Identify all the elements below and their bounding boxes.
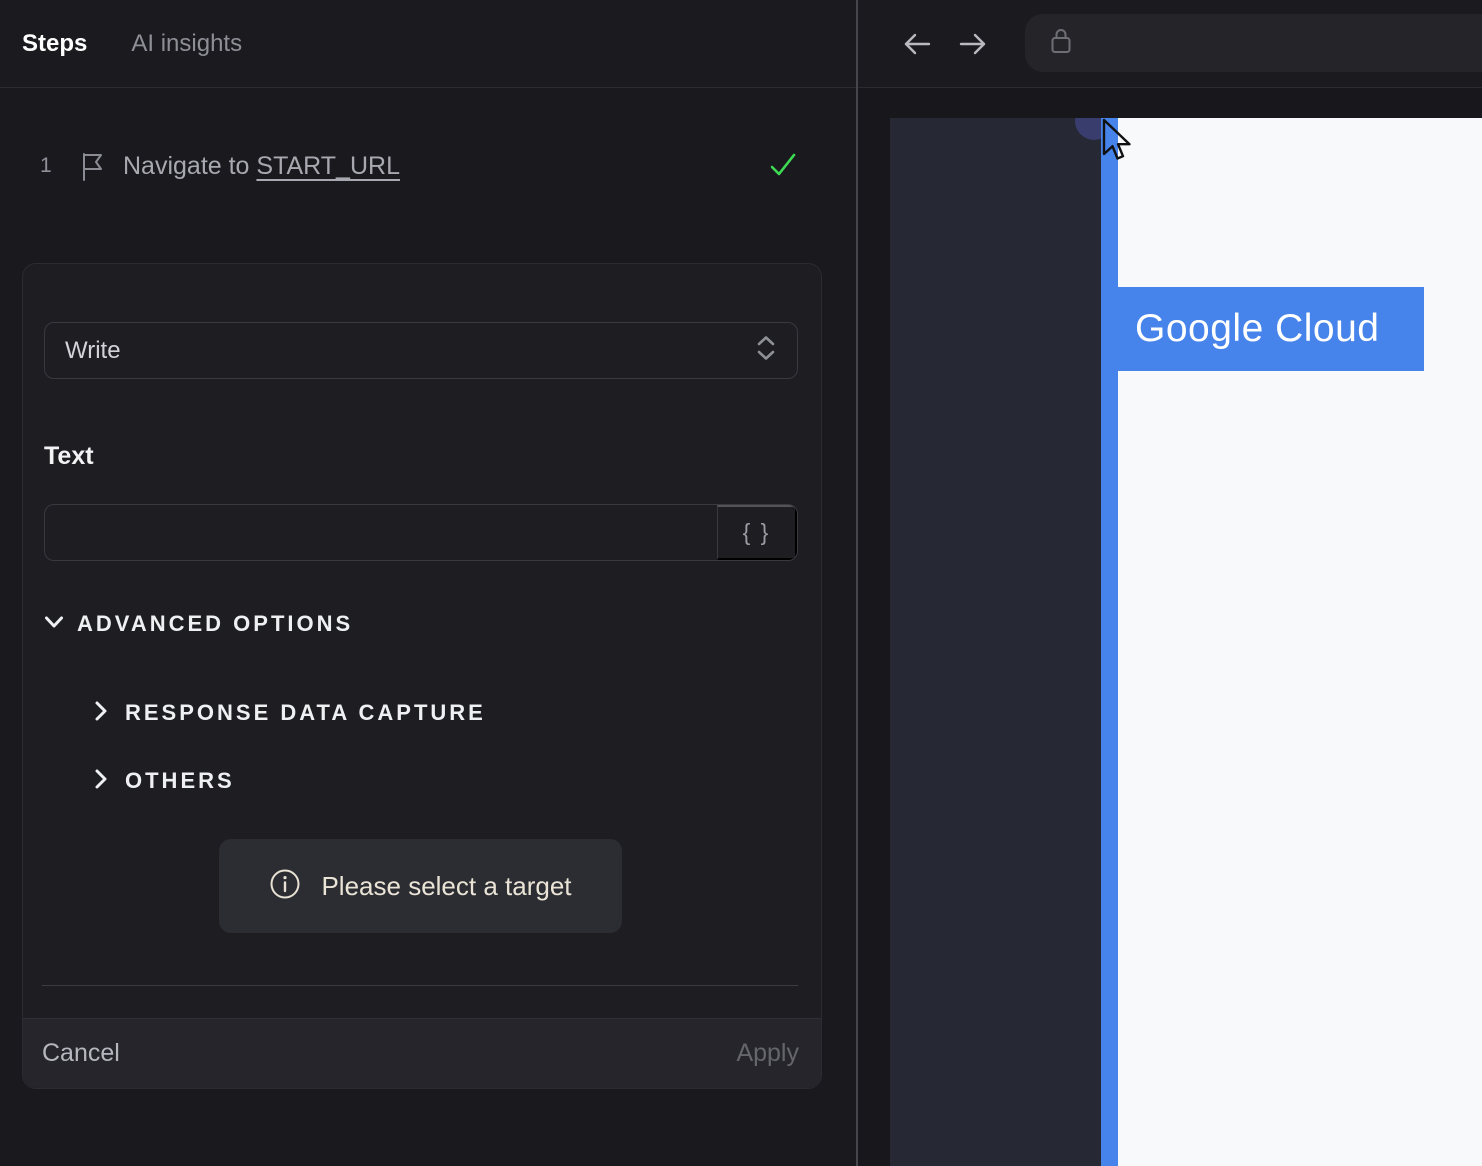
response-data-capture-label: RESPONSE DATA CAPTURE — [125, 700, 486, 725]
text-input[interactable] — [45, 505, 717, 560]
step-title: Navigate to START_URL — [123, 151, 400, 180]
page-dark-sidebar — [890, 118, 1101, 1166]
back-button[interactable] — [894, 21, 940, 67]
lock-icon — [1049, 26, 1073, 61]
highlighted-element-label: Google Cloud — [1135, 307, 1380, 350]
arrow-left-icon — [904, 33, 931, 54]
info-icon — [269, 868, 301, 905]
action-select[interactable]: Write — [44, 322, 798, 379]
cancel-button[interactable]: Cancel — [42, 1039, 120, 1068]
editor-footer: Cancel Apply — [23, 1018, 821, 1088]
chevron-updown-icon — [755, 334, 777, 367]
chevron-right-icon — [91, 699, 111, 728]
app-window: Steps AI insights 1 Navigate to START_UR… — [0, 0, 1482, 1166]
action-select-value: Write — [65, 336, 121, 364]
tab-steps[interactable]: Steps — [22, 30, 87, 58]
others-toggle[interactable]: OTHERS — [91, 766, 235, 796]
steps-panel: Steps AI insights 1 Navigate to START_UR… — [0, 0, 857, 1166]
chevron-down-icon — [43, 611, 65, 638]
highlight-bar — [1101, 118, 1118, 1166]
browser-toolbar — [858, 0, 1482, 88]
highlighted-element[interactable]: Google Cloud — [1118, 287, 1424, 371]
step-editor-card: Write Text { } ADVANCED OPTIONS RESPONSE… — [22, 263, 822, 1089]
success-check-icon — [768, 150, 798, 185]
mouse-cursor-icon — [1100, 118, 1142, 173]
step-number: 1 — [40, 154, 52, 177]
advanced-options-label: ADVANCED OPTIONS — [77, 611, 354, 636]
arrow-right-icon — [959, 33, 986, 54]
flag-icon — [80, 152, 106, 187]
chevron-right-icon — [91, 767, 111, 796]
browser-panel: Google Cloud — [858, 0, 1482, 1166]
others-label: OTHERS — [125, 768, 235, 793]
notice-text: Please select a target — [321, 870, 572, 901]
response-data-capture-toggle[interactable]: RESPONSE DATA CAPTURE — [91, 698, 486, 728]
divider — [42, 985, 798, 986]
tab-ai-insights[interactable]: AI insights — [131, 30, 242, 58]
text-input-group: { } — [44, 504, 798, 561]
variables-button[interactable]: { } — [717, 505, 797, 560]
address-bar[interactable] — [1025, 14, 1482, 72]
start-url-link[interactable]: START_URL — [256, 152, 400, 180]
page-preview: Google Cloud — [890, 118, 1482, 1166]
advanced-options-toggle[interactable]: ADVANCED OPTIONS — [43, 608, 353, 640]
step-row[interactable]: 1 Navigate to START_URL — [0, 138, 857, 194]
select-target-notice: Please select a target — [219, 839, 622, 933]
apply-button[interactable]: Apply — [736, 1039, 799, 1068]
forward-button[interactable] — [950, 21, 996, 67]
left-topbar: Steps AI insights — [0, 0, 857, 88]
panel-divider — [856, 0, 858, 1166]
text-field-label: Text — [44, 442, 94, 470]
